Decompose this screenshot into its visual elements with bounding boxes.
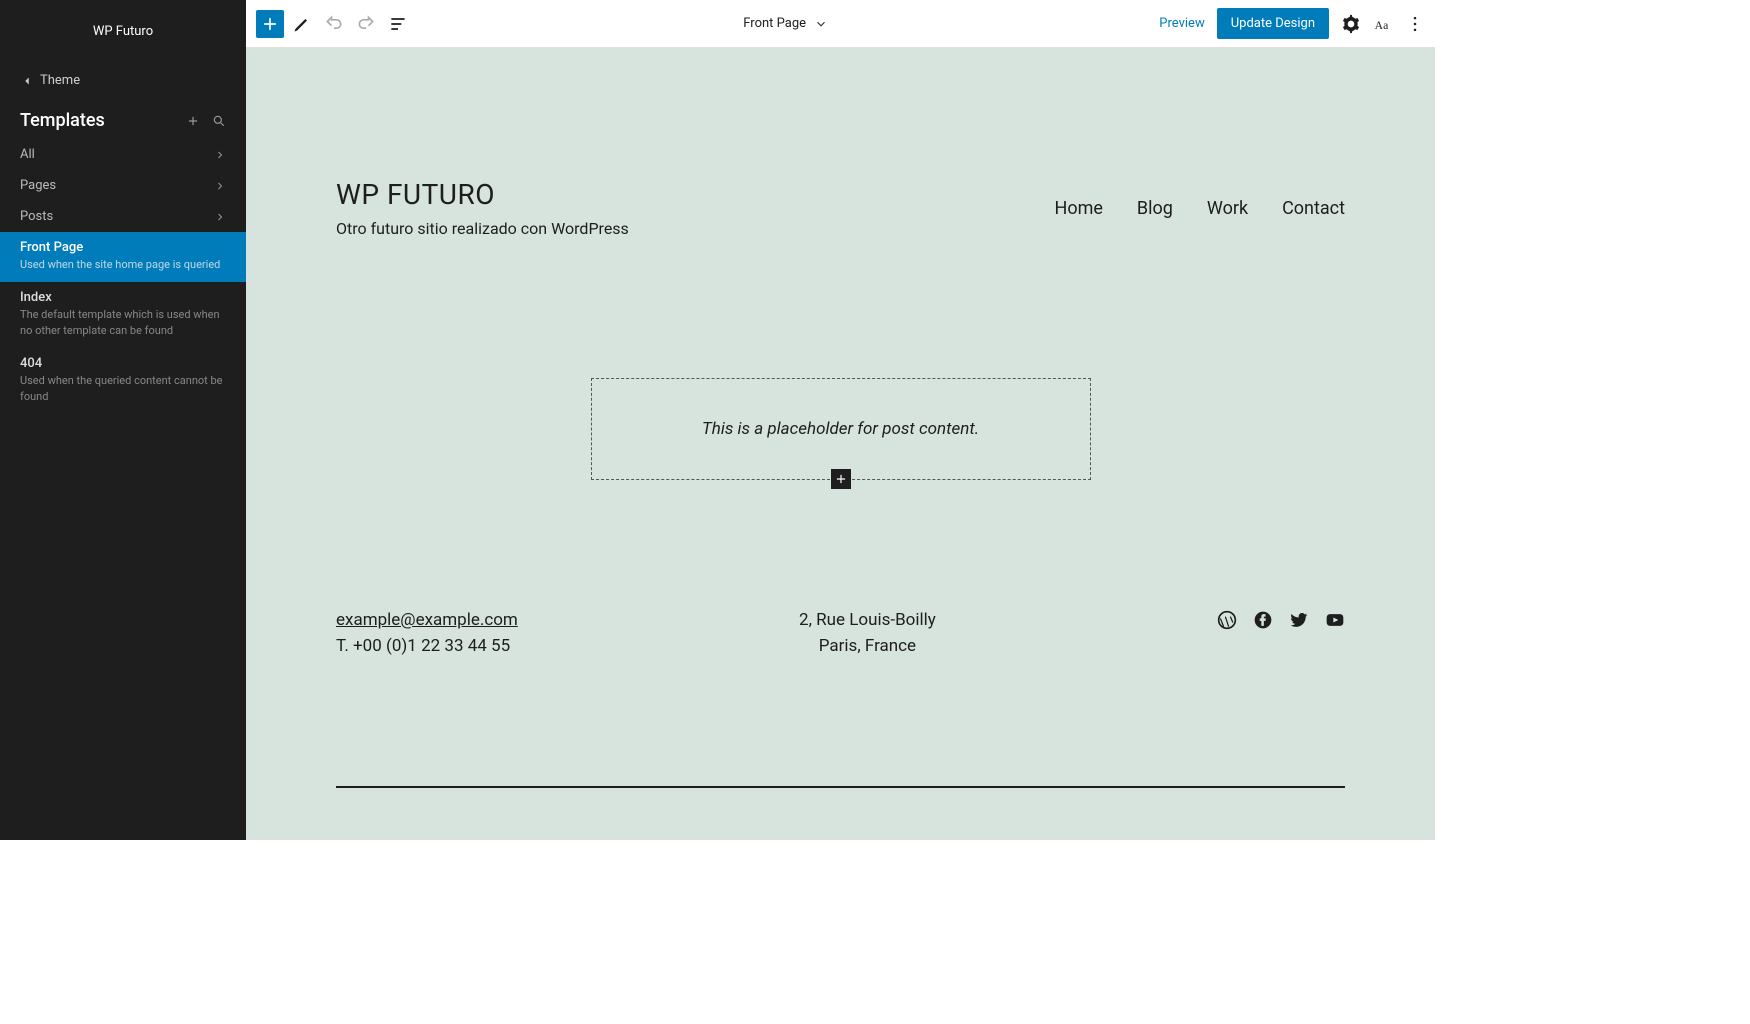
chevron-down-icon [814, 17, 828, 31]
site-title-block[interactable]: WP FUTURO [336, 178, 629, 211]
chevron-left-icon [20, 74, 34, 88]
sidebar-item-posts[interactable]: Posts [0, 201, 246, 232]
footer-columns[interactable]: example@example.com T. +00 (0)1 22 33 44… [336, 610, 1345, 656]
editor-canvas[interactable]: WP FUTURO Otro futuro sitio realizado co… [246, 48, 1435, 840]
plus-icon [834, 472, 848, 486]
redo-icon [356, 14, 376, 34]
undo-button[interactable] [320, 10, 348, 38]
pencil-icon [292, 14, 312, 34]
social-links[interactable] [1217, 610, 1345, 630]
template-404[interactable]: 404 Used when the queried content cannot… [0, 348, 246, 414]
back-label: Theme [40, 73, 80, 88]
template-front-page[interactable]: Front Page Used when the site home page … [0, 232, 246, 282]
contact-phone[interactable]: T. +00 (0)1 22 33 44 55 [336, 636, 518, 656]
nav-item-contact[interactable]: Contact [1282, 198, 1345, 219]
template-index[interactable]: Index The default template which is used… [0, 282, 246, 348]
topbar: Front Page Preview Update Design Aa [246, 0, 1435, 48]
wordpress-icon[interactable] [1217, 610, 1237, 630]
sidebar-item-pages[interactable]: Pages [0, 170, 246, 201]
twitter-icon[interactable] [1289, 610, 1309, 630]
youtube-icon[interactable] [1325, 610, 1345, 630]
plus-icon[interactable] [186, 114, 200, 128]
preview-link[interactable]: Preview [1159, 16, 1204, 31]
header-section[interactable]: WP FUTURO Otro futuro sitio realizado co… [336, 48, 1345, 238]
sidebar-item-all[interactable]: All [0, 139, 246, 170]
list-view-button[interactable] [384, 10, 412, 38]
gear-icon[interactable] [1341, 14, 1361, 34]
facebook-icon[interactable] [1253, 610, 1273, 630]
undo-icon [324, 14, 344, 34]
edit-button[interactable] [288, 10, 316, 38]
nav-item-work[interactable]: Work [1207, 198, 1248, 219]
navigation-block[interactable]: Home Blog Work Contact [1054, 198, 1345, 219]
list-icon [388, 14, 408, 34]
typography-icon[interactable]: Aa [1373, 14, 1393, 34]
chevron-right-icon [214, 149, 226, 161]
sidebar-section-header: Templates [0, 98, 246, 139]
add-block-inline-button[interactable] [831, 469, 851, 489]
footer-divider[interactable] [336, 786, 1345, 788]
sidebar-section-title: Templates [20, 110, 105, 131]
city-line[interactable]: Paris, France [799, 636, 936, 656]
page-title-dropdown[interactable]: Front Page [743, 16, 828, 31]
contact-email[interactable]: example@example.com [336, 610, 518, 630]
post-content-placeholder[interactable]: This is a placeholder for post content. [591, 378, 1091, 480]
back-button[interactable]: Theme [0, 63, 246, 98]
nav-item-home[interactable]: Home [1054, 198, 1102, 219]
tagline-block[interactable]: Otro futuro sitio realizado con WordPres… [336, 219, 629, 238]
nav-item-blog[interactable]: Blog [1137, 198, 1173, 219]
more-icon[interactable] [1405, 14, 1425, 34]
placeholder-text: This is a placeholder for post content. [632, 419, 1050, 439]
svg-text:Aa: Aa [1375, 19, 1389, 32]
address-line[interactable]: 2, Rue Louis-Boilly [799, 610, 936, 630]
redo-button[interactable] [352, 10, 380, 38]
chevron-right-icon [214, 211, 226, 223]
search-icon[interactable] [212, 114, 226, 128]
add-block-button[interactable] [256, 10, 284, 38]
chevron-right-icon [214, 180, 226, 192]
update-button[interactable]: Update Design [1217, 8, 1329, 39]
sidebar: WP Futuro Theme Templates All Pages Post… [0, 0, 246, 840]
plus-icon [260, 14, 280, 34]
site-title: WP Futuro [0, 0, 246, 63]
